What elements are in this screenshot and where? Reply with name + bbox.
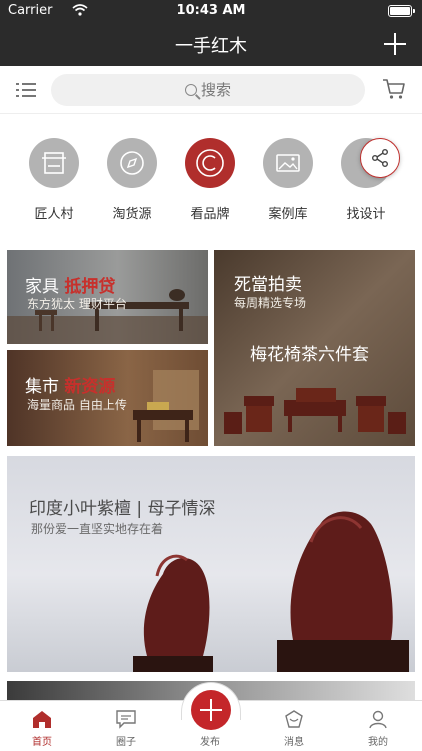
banner-title: 集市 新资源 bbox=[25, 372, 115, 397]
category-row: 匠人村 淘货源 看品牌 案例库 找设计 bbox=[0, 114, 422, 236]
banner-subtitle: 海量商品 自由上传 bbox=[27, 398, 127, 412]
banner-title: 家具 抵押贷 bbox=[25, 272, 115, 297]
banner-title: 死當拍卖 bbox=[234, 275, 302, 295]
banner-title-text: 家具 bbox=[25, 277, 59, 297]
message-icon bbox=[285, 710, 303, 728]
battery-icon bbox=[388, 5, 415, 17]
banner-market[interactable]: 集市 新资源 海量商品 自由上传 bbox=[7, 350, 208, 446]
chat-icon bbox=[116, 710, 136, 729]
clock: 10:43 AM bbox=[176, 3, 246, 18]
craftsman-icon bbox=[29, 138, 79, 188]
list-menu-icon[interactable] bbox=[16, 82, 36, 98]
compass-icon bbox=[107, 138, 157, 188]
share-icon bbox=[371, 148, 389, 168]
home-icon bbox=[33, 711, 51, 728]
add-icon[interactable] bbox=[382, 31, 408, 57]
tab-label: 消息 bbox=[284, 737, 304, 748]
banner-highlight: 新资源 bbox=[64, 377, 116, 397]
status-bar: Carrier 10:43 AM bbox=[0, 0, 422, 22]
category-craftsman[interactable]: 匠人村 bbox=[24, 138, 84, 222]
banner-furniture-loan[interactable]: 家具 抵押贷 东方犹太 理财平台 bbox=[7, 250, 208, 344]
category-brand[interactable]: 看品牌 bbox=[180, 138, 240, 222]
banner-feature[interactable]: 印度小叶紫檀 | 母子情深 那份爱一直坚实地存在着 bbox=[7, 456, 415, 672]
sculpture-photo bbox=[133, 511, 409, 672]
search-placeholder: 搜索 bbox=[200, 81, 231, 99]
category-label: 找设计 bbox=[346, 207, 386, 222]
category-label: 案例库 bbox=[268, 207, 308, 222]
banner-auction[interactable]: 死當拍卖 每周精选专场 梅花椅茶六件套 bbox=[214, 250, 415, 446]
copyright-icon bbox=[185, 138, 235, 188]
share-button[interactable] bbox=[360, 138, 400, 178]
profile-icon bbox=[369, 710, 387, 729]
cart-icon[interactable] bbox=[382, 78, 406, 100]
gallery-icon bbox=[263, 138, 313, 188]
category-cases[interactable]: 案例库 bbox=[258, 138, 318, 222]
publish-button[interactable] bbox=[191, 690, 231, 730]
category-label: 匠人村 bbox=[34, 207, 74, 222]
product-name: 梅花椅茶六件套 bbox=[250, 345, 369, 365]
banner-subtitle: 那份爱一直坚实地存在着 bbox=[31, 522, 164, 536]
category-label: 淘货源 bbox=[112, 207, 152, 222]
tab-label: 圈子 bbox=[116, 737, 136, 748]
tab-messages[interactable]: 消息 bbox=[252, 701, 336, 751]
search-icon bbox=[184, 84, 197, 96]
search-input[interactable]: 搜索 bbox=[51, 74, 365, 106]
banner-highlight: 抵押贷 bbox=[64, 277, 116, 297]
tab-profile[interactable]: 我的 bbox=[336, 701, 420, 751]
app-title: 一手红木 bbox=[175, 36, 247, 57]
tab-label: 首页 bbox=[32, 737, 52, 748]
tab-circle[interactable]: 圈子 bbox=[84, 701, 168, 751]
banner-subtitle: 东方犹太 理财平台 bbox=[27, 297, 127, 311]
banner-subtitle: 每周精选专场 bbox=[234, 296, 307, 310]
category-label: 看品牌 bbox=[190, 207, 230, 222]
banner-title: 印度小叶紫檀 | 母子情深 bbox=[29, 499, 216, 519]
search-row: 搜索 bbox=[0, 66, 422, 114]
banner-title-text: 集市 bbox=[25, 377, 59, 397]
tab-home[interactable]: 首页 bbox=[0, 701, 84, 751]
category-source[interactable]: 淘货源 bbox=[102, 138, 162, 222]
tab-label: 我的 bbox=[368, 737, 388, 748]
tab-label: 发布 bbox=[200, 737, 220, 748]
nav-bar: 一手红木 bbox=[0, 22, 422, 66]
